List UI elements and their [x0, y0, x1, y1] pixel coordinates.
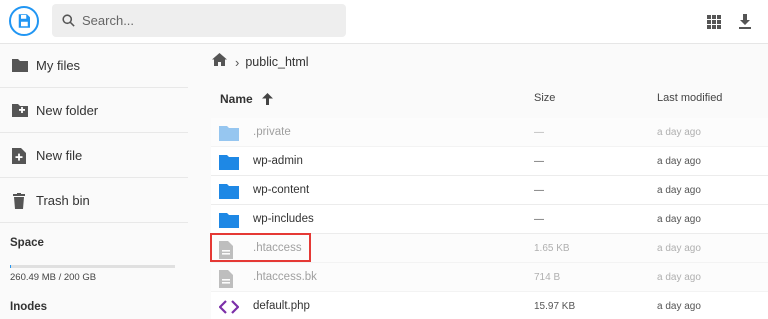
sort-ascending-icon	[262, 93, 274, 105]
code-file-icon	[218, 299, 241, 315]
space-title: Space	[10, 237, 44, 249]
sidebar-item-new-file[interactable]: New file	[0, 134, 188, 178]
inodes-title: Inodes	[10, 301, 48, 313]
file-modified: a day ago	[657, 214, 701, 225]
table-row[interactable]: default.php 15.97 KB a day ago	[211, 292, 768, 319]
column-name-label: Name	[220, 92, 253, 106]
sidebar-item-new-folder[interactable]: New folder	[0, 89, 188, 133]
highlight-box	[210, 233, 311, 262]
folder-icon	[219, 154, 241, 170]
column-size-header[interactable]: Size	[534, 92, 555, 104]
file-name[interactable]: wp-admin	[253, 155, 303, 167]
grid-view-icon[interactable]	[704, 12, 724, 32]
search-input[interactable]	[82, 4, 338, 37]
file-size: —	[534, 127, 544, 138]
column-modified-header[interactable]: Last modified	[657, 92, 722, 104]
file-name[interactable]: default.php	[253, 300, 310, 312]
file-size: —	[534, 185, 544, 196]
table-row[interactable]: wp-content — a day ago	[211, 176, 768, 205]
sidebar-item-label: New folder	[36, 103, 99, 118]
table-row[interactable]: .htaccess.bk 714 B a day ago	[211, 263, 768, 292]
file-size: —	[534, 156, 544, 167]
space-progress-fill	[10, 265, 11, 268]
search-box	[52, 4, 346, 37]
folder-icon	[12, 58, 28, 74]
file-icon	[219, 270, 241, 288]
table-header: Name Size Last modified	[211, 80, 768, 118]
breadcrumb: › public_html	[212, 53, 309, 71]
file-name[interactable]: wp-content	[253, 184, 309, 196]
create-file-icon	[12, 148, 28, 164]
breadcrumb-current[interactable]: public_html	[245, 55, 308, 69]
file-modified: a day ago	[657, 272, 701, 283]
top-bar	[0, 0, 768, 44]
create-folder-icon	[12, 103, 28, 119]
sidebar-item-label: My files	[36, 58, 81, 73]
table-row[interactable]: wp-includes — a day ago	[211, 205, 768, 234]
table-row[interactable]: .private — a day ago	[211, 118, 768, 147]
file-modified: a day ago	[657, 127, 701, 138]
sidebar: My files New folder New file Trash bin S…	[0, 44, 190, 319]
file-size: 15.97 KB	[534, 301, 576, 312]
column-name-header[interactable]: Name	[220, 92, 274, 106]
chevron-right-icon: ›	[235, 54, 240, 70]
file-modified: a day ago	[657, 301, 701, 312]
file-modified: a day ago	[657, 156, 701, 167]
sidebar-item-label: New file	[36, 148, 83, 163]
folder-icon	[219, 183, 241, 199]
sidebar-item-my-files[interactable]: My files	[0, 44, 188, 88]
file-name[interactable]: .private	[253, 126, 291, 138]
trash-icon	[12, 193, 28, 209]
file-modified: a day ago	[657, 185, 701, 196]
file-modified: a day ago	[657, 243, 701, 254]
file-size: —	[534, 214, 544, 225]
folder-icon	[219, 212, 241, 228]
file-name[interactable]: .htaccess.bk	[253, 271, 317, 283]
file-size: 1.65 KB	[534, 243, 570, 254]
folder-icon	[219, 125, 241, 141]
space-progress-bar	[10, 265, 175, 268]
download-icon[interactable]	[735, 12, 755, 32]
file-size: 714 B	[534, 272, 561, 283]
table-row[interactable]: wp-admin — a day ago	[211, 147, 768, 176]
space-usage-text: 260.49 MB / 200 GB	[10, 272, 97, 283]
main-panel: › public_html Name Size Last modified .p…	[190, 44, 768, 319]
file-name[interactable]: wp-includes	[253, 213, 314, 225]
app-logo-icon[interactable]	[9, 6, 39, 36]
search-icon	[61, 13, 76, 33]
sidebar-item-label: Trash bin	[36, 193, 90, 208]
sidebar-item-trash-bin[interactable]: Trash bin	[0, 179, 188, 223]
home-icon[interactable]	[212, 53, 227, 71]
